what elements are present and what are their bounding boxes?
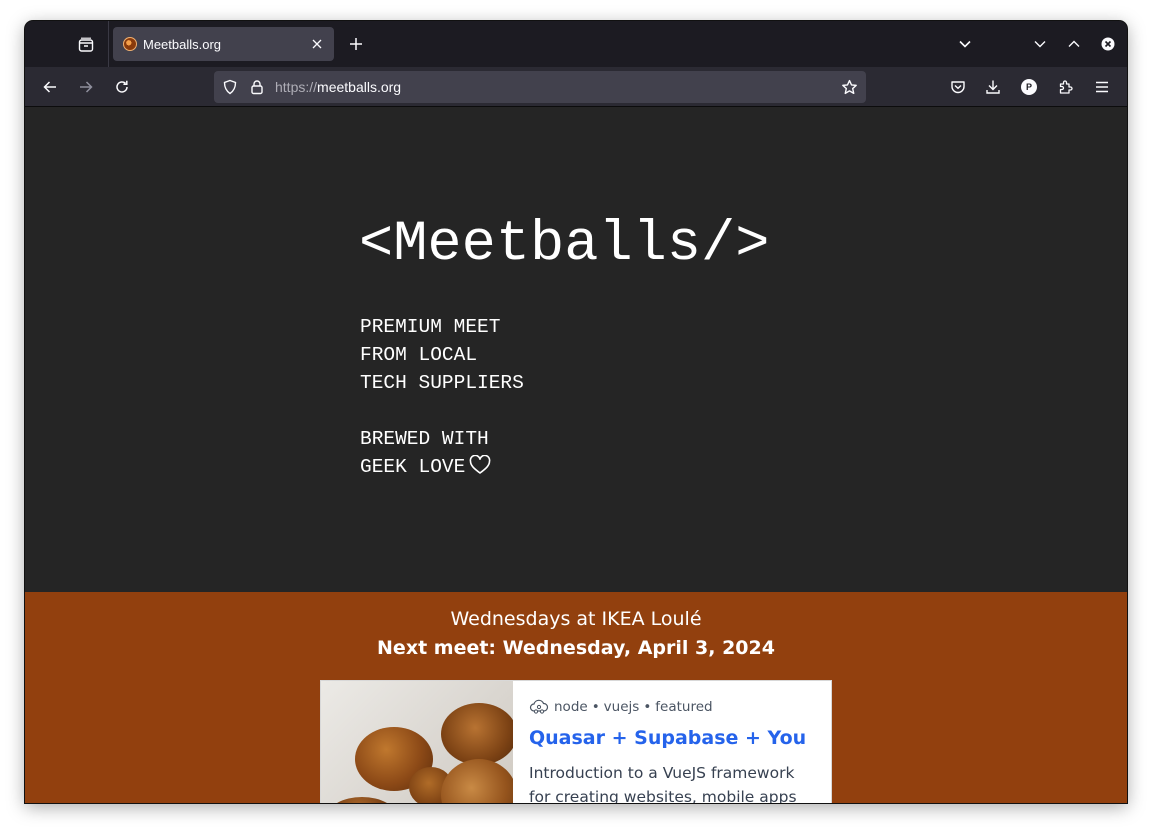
meetballs-favicon-icon — [123, 37, 137, 51]
extensions-button[interactable] — [1052, 73, 1080, 101]
schedule-band: Wednesdays at IKEA Loulé Next meet: Wedn… — [25, 592, 1127, 803]
card-tags: node • vuejs • featured — [529, 699, 815, 715]
hamburger-menu-icon — [1096, 81, 1108, 93]
tag-vuejs[interactable]: vuejs — [604, 699, 640, 715]
bookmark-star-icon[interactable] — [840, 78, 858, 96]
downloads-button[interactable] — [979, 73, 1007, 101]
minimize-chevron-icon — [1034, 41, 1046, 48]
arrow-right-icon — [80, 81, 93, 93]
tab-meetballs[interactable]: Meetballs.org — [113, 27, 334, 61]
url-protocol: https:// — [275, 79, 318, 95]
minimize-button[interactable] — [1029, 33, 1051, 55]
url-host: meetballs.org — [317, 79, 402, 95]
tagline-line: FROM LOCAL — [360, 344, 478, 366]
site-title: <Meetballs/> — [359, 213, 770, 277]
tabstrip-separator — [108, 21, 109, 67]
pocket-button[interactable] — [944, 73, 972, 101]
lock-icon[interactable] — [248, 78, 266, 96]
navigation-toolbar: https://meetballs.org P — [25, 67, 1127, 107]
maximize-button[interactable] — [1063, 33, 1085, 55]
account-button[interactable]: P — [1015, 73, 1043, 101]
tab-strip: Meetballs.org — [25, 21, 1127, 67]
tagline-line: TECH SUPPLIERS — [360, 372, 524, 394]
hero-section: <Meetballs/> PREMIUM MEET FROM LOCAL TEC… — [25, 107, 1127, 592]
meatballs-photo — [321, 681, 513, 803]
close-circle-icon — [1101, 37, 1115, 51]
download-icon — [986, 80, 1000, 94]
tagline-line: PREMIUM MEET — [360, 316, 501, 338]
card-body: node • vuejs • featured Quasar + Supabas… — [513, 681, 831, 803]
tag-separator: • — [591, 699, 600, 715]
love-line: GEEK LOVE — [360, 456, 466, 478]
plus-icon — [350, 38, 362, 50]
browser-window: Meetballs.org https://meetballs.org P <M… — [25, 21, 1127, 803]
arrow-left-icon — [43, 81, 56, 93]
tab-title: Meetballs.org — [143, 36, 222, 52]
address-bar[interactable]: https://meetballs.org — [214, 71, 866, 103]
page-content: <Meetballs/> PREMIUM MEET FROM LOCAL TEC… — [25, 107, 1127, 803]
url-text[interactable]: https://meetballs.org — [275, 79, 401, 95]
profile-avatar: P — [1021, 79, 1037, 95]
card-description: Introduction to a VueJS framework for cr… — [529, 764, 797, 803]
tag-separator: • — [643, 699, 652, 715]
heart-icon — [469, 455, 491, 474]
tracking-protection-shield-icon[interactable] — [221, 78, 239, 96]
chevron-down-icon — [959, 40, 971, 48]
firefox-view-button[interactable] — [71, 31, 101, 59]
chevron-up-icon — [1068, 40, 1080, 47]
love-line: BREWED WITH — [360, 428, 489, 450]
meet-location: Wednesdays at IKEA Loulé — [450, 608, 702, 630]
new-tab-button[interactable] — [343, 31, 369, 57]
close-icon — [312, 39, 322, 49]
next-meet-date: Next meet: Wednesday, April 3, 2024 — [377, 637, 775, 659]
tab-close-button[interactable] — [306, 33, 328, 55]
forward-button[interactable] — [72, 73, 100, 101]
pocket-icon — [951, 81, 965, 94]
app-menu-button[interactable] — [1088, 73, 1116, 101]
featured-talk-card[interactable]: node • vuejs • featured Quasar + Supabas… — [320, 680, 832, 803]
puzzle-piece-icon — [1059, 80, 1073, 94]
cloud-network-icon — [529, 699, 549, 714]
list-all-tabs-button[interactable] — [954, 33, 976, 55]
reload-button[interactable] — [108, 73, 136, 101]
tag-featured[interactable]: featured — [655, 699, 712, 715]
love-line-with-heart: GEEK LOVE — [360, 453, 491, 481]
tag-node[interactable]: node — [554, 699, 588, 715]
reload-icon — [116, 80, 128, 93]
firefox-view-icon — [78, 37, 94, 52]
close-window-button[interactable] — [1097, 33, 1119, 55]
back-button[interactable] — [36, 73, 64, 101]
card-title-link[interactable]: Quasar + Supabase + You — [529, 727, 815, 749]
